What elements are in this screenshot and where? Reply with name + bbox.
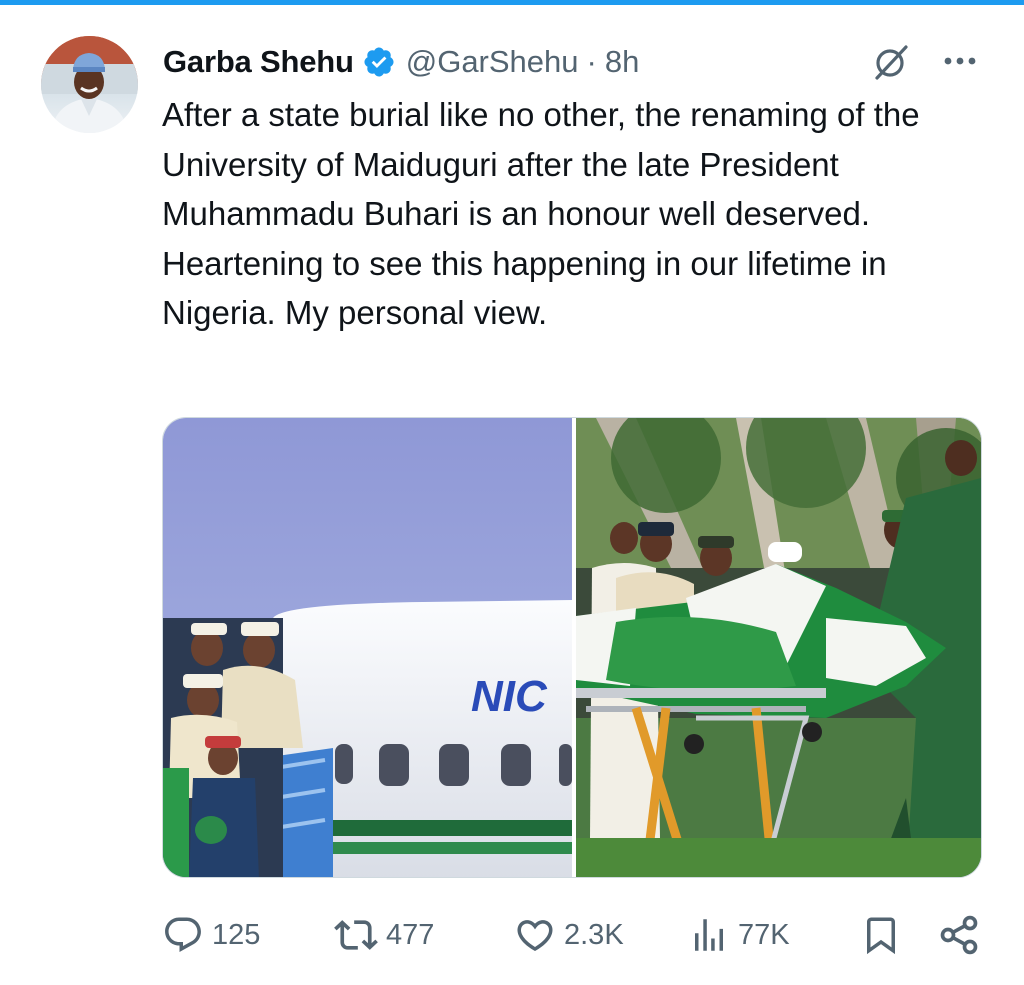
photo-flag-draped-casket[interactable] [576, 418, 981, 877]
tweet-paragraph: Heartening to see this happening in our … [162, 244, 887, 332]
views-count: 77K [738, 918, 790, 951]
like-button[interactable]: 2.3K [514, 910, 624, 960]
repost-count: 477 [386, 918, 435, 951]
repost-button[interactable]: 477 [334, 910, 434, 960]
share-button[interactable] [937, 910, 989, 960]
author-handle[interactable]: @GarShehu [406, 44, 579, 80]
avatar[interactable] [41, 36, 138, 133]
post-time[interactable]: 8h [605, 44, 639, 80]
views-icon [695, 919, 723, 951]
grok-icon[interactable] [871, 42, 911, 82]
tweet-paragraph: After a state burial like no other, the … [162, 96, 920, 233]
bookmark-icon [867, 917, 895, 955]
author-name[interactable]: Garba Shehu [163, 44, 354, 80]
repost-icon [334, 920, 378, 950]
reply-icon [165, 917, 201, 952]
top-accent-bar [0, 0, 1024, 5]
bookmark-button[interactable] [860, 910, 910, 960]
tweet-header: Garba Shehu @GarShehu · 8h [163, 40, 639, 84]
more-icon[interactable] [940, 46, 980, 76]
heart-icon [517, 920, 553, 952]
verified-badge-icon [362, 45, 396, 79]
like-count: 2.3K [564, 918, 624, 951]
share-icon [940, 915, 978, 955]
separator-dot: · [586, 44, 597, 79]
reply-button[interactable]: 125 [162, 910, 260, 960]
action-bar: 125 477 2.3K 77K [162, 910, 982, 960]
media-grid[interactable]: NIC [162, 417, 982, 878]
views-button[interactable]: 77K [688, 910, 790, 960]
tweet-text: After a state burial like no other, the … [162, 90, 992, 338]
aircraft-lettering: NIC [471, 672, 548, 721]
reply-count: 125 [212, 918, 261, 951]
photo-airplane-honour-guard[interactable]: NIC [163, 418, 572, 877]
